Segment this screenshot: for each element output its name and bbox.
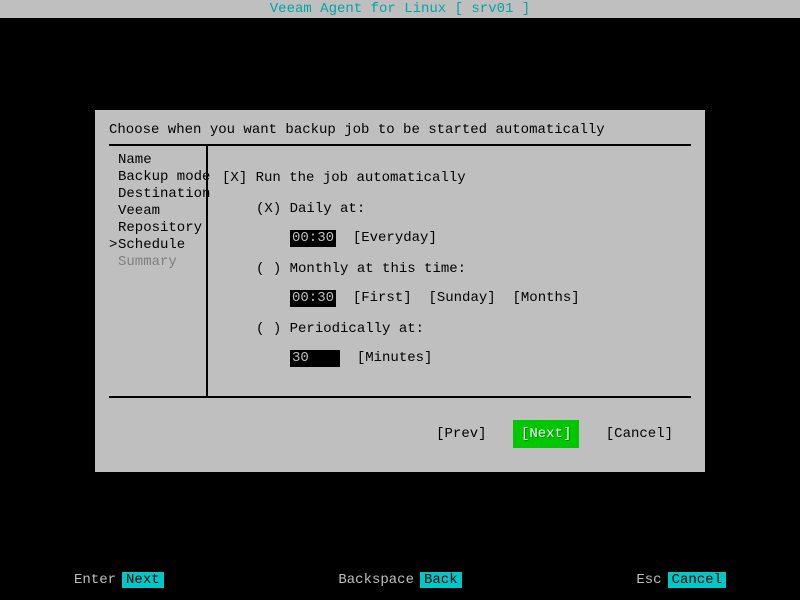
run-auto-checkbox[interactable]: [X] bbox=[222, 170, 247, 186]
hint-backspace-label: Back bbox=[420, 572, 462, 588]
hint-enter: Enter Next bbox=[74, 572, 164, 588]
prev-button[interactable]: [Prev] bbox=[428, 420, 494, 448]
periodic-label: Periodically at: bbox=[290, 321, 424, 337]
monthly-time-input[interactable]: 00:30 bbox=[290, 290, 336, 307]
daily-radio[interactable]: (X) bbox=[256, 201, 281, 217]
dialog-content: [X] Run the job automatically (X) Daily … bbox=[208, 146, 691, 396]
wizard-step[interactable]: Backup mode bbox=[109, 169, 206, 186]
dialog-title: Choose when you want backup job to be st… bbox=[109, 120, 691, 146]
cancel-button[interactable]: [Cancel] bbox=[598, 420, 681, 448]
run-auto-label: Run the job automatically bbox=[256, 170, 466, 186]
wizard-step[interactable]: Name bbox=[109, 152, 206, 169]
wizard-step[interactable]: Veeam bbox=[109, 203, 206, 220]
next-button[interactable]: [Next] bbox=[513, 420, 579, 448]
monthly-ordinal-select[interactable]: [First] bbox=[353, 290, 412, 306]
hint-esc-label: Cancel bbox=[668, 572, 726, 588]
keyboard-hint-bar: Enter Next Backspace Back Esc Cancel bbox=[0, 572, 800, 588]
schedule-dialog: Choose when you want backup job to be st… bbox=[95, 110, 705, 472]
daily-time-input[interactable]: 00:30 bbox=[290, 230, 336, 247]
periodic-value-input[interactable]: 30 bbox=[290, 350, 340, 367]
hint-backspace: Backspace Back bbox=[338, 572, 461, 588]
daily-label: Daily at: bbox=[290, 201, 366, 217]
monthly-radio[interactable]: ( ) bbox=[256, 261, 281, 277]
wizard-step[interactable]: Repository bbox=[109, 220, 206, 237]
wizard-step[interactable]: Destination bbox=[109, 186, 206, 203]
monthly-months-select[interactable]: [Months] bbox=[512, 290, 579, 306]
daily-frequency-select[interactable]: [Everyday] bbox=[353, 230, 437, 246]
wizard-step[interactable]: Summary bbox=[109, 254, 206, 271]
hint-enter-label: Next bbox=[122, 572, 164, 588]
hint-esc: Esc Cancel bbox=[636, 572, 726, 588]
periodic-radio[interactable]: ( ) bbox=[256, 321, 281, 337]
wizard-steps-sidebar: NameBackup modeDestinationVeeamRepositor… bbox=[109, 146, 208, 396]
wizard-step[interactable]: >Schedule bbox=[109, 237, 206, 254]
title-bar: Veeam Agent for Linux [ srv01 ] bbox=[0, 0, 800, 18]
monthly-day-select[interactable]: [Sunday] bbox=[428, 290, 495, 306]
dialog-footer: [Prev] [Next] [Cancel] bbox=[109, 396, 691, 458]
periodic-unit-select[interactable]: [Minutes] bbox=[357, 350, 433, 366]
monthly-label: Monthly at this time: bbox=[290, 261, 466, 277]
